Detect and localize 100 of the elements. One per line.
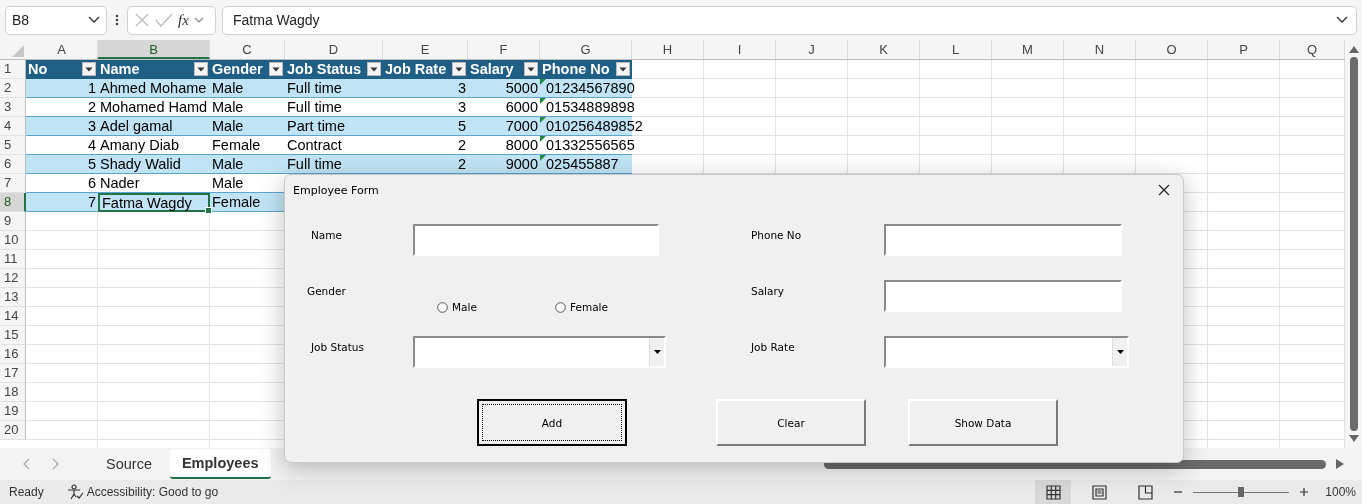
row-header[interactable]: 7 bbox=[0, 174, 26, 193]
filter-button[interactable] bbox=[616, 62, 630, 76]
column-header[interactable]: P bbox=[1208, 40, 1280, 59]
column-header[interactable]: G bbox=[540, 40, 632, 59]
dialog-button[interactable]: Add bbox=[477, 399, 627, 446]
column-header[interactable]: I bbox=[704, 40, 776, 59]
radio-option[interactable]: Male bbox=[437, 301, 555, 313]
column-title: Job Rate bbox=[384, 60, 448, 78]
filter-button[interactable] bbox=[194, 62, 208, 76]
accessibility-icon[interactable] bbox=[65, 484, 84, 500]
field-label: Gender bbox=[307, 284, 347, 297]
input-field[interactable] bbox=[884, 280, 1122, 312]
table-cell-text: 01234567890 bbox=[546, 79, 636, 97]
table-cell-text: Amany Diab bbox=[99, 136, 180, 154]
row-header[interactable]: 8 bbox=[0, 193, 26, 212]
radio-button[interactable] bbox=[437, 301, 448, 313]
dropdown-arrow-icon[interactable] bbox=[1116, 350, 1124, 354]
dialog-button[interactable]: Show Data bbox=[908, 399, 1058, 446]
sheet-tab[interactable]: Employees bbox=[169, 449, 271, 479]
filter-button[interactable] bbox=[82, 62, 96, 76]
table-cell-text: Mohamed Hamd bbox=[99, 98, 209, 116]
column-header[interactable]: D bbox=[285, 40, 383, 59]
table-cell-text: 5 bbox=[456, 117, 467, 135]
table-cell-text: Male bbox=[211, 155, 245, 173]
column-header[interactable]: M bbox=[992, 40, 1064, 59]
column-header[interactable]: H bbox=[632, 40, 704, 59]
insert-function-button[interactable]: fx bbox=[178, 11, 189, 29]
row-header[interactable]: 4 bbox=[0, 117, 26, 136]
row-header[interactable]: 15 bbox=[0, 326, 26, 345]
column-header[interactable]: F bbox=[468, 40, 540, 59]
row-header[interactable]: 11 bbox=[0, 250, 26, 269]
dialog-title: Employee Form bbox=[293, 183, 379, 197]
column-header[interactable]: C bbox=[210, 40, 285, 59]
filter-button[interactable] bbox=[269, 62, 283, 76]
name-box[interactable]: B8 bbox=[5, 5, 107, 35]
column-header[interactable]: L bbox=[920, 40, 992, 59]
row-header[interactable]: 12 bbox=[0, 269, 26, 288]
filter-button[interactable] bbox=[524, 62, 538, 76]
dialog-button[interactable]: Clear bbox=[716, 399, 866, 446]
row-header[interactable]: 16 bbox=[0, 345, 26, 364]
table-cell-text: 2 bbox=[456, 155, 467, 173]
table-cell-text: Adel gamal bbox=[99, 117, 174, 135]
field-label: Job Status bbox=[309, 340, 365, 353]
close-icon[interactable] bbox=[1158, 184, 1170, 196]
dropdown-arrow-icon[interactable] bbox=[653, 350, 661, 354]
column-header[interactable]: E bbox=[383, 40, 468, 59]
fill-handle[interactable] bbox=[205, 207, 212, 214]
row-header[interactable]: 19 bbox=[0, 402, 26, 421]
row-header[interactable]: 6 bbox=[0, 155, 26, 174]
row-header[interactable]: 5 bbox=[0, 136, 26, 155]
table-cell-text: Male bbox=[211, 174, 245, 192]
dropdown-field[interactable] bbox=[884, 336, 1129, 368]
filter-button[interactable] bbox=[452, 62, 466, 76]
dropdown-field[interactable] bbox=[413, 336, 666, 368]
input-field[interactable] bbox=[413, 224, 659, 256]
row-header[interactable]: 13 bbox=[0, 288, 26, 307]
more-options-icon[interactable] bbox=[115, 14, 119, 26]
view-button[interactable] bbox=[1035, 480, 1072, 504]
row-header[interactable]: 14 bbox=[0, 307, 26, 326]
row-header[interactable]: 18 bbox=[0, 383, 26, 402]
row-header[interactable]: 2 bbox=[0, 79, 26, 98]
table-cell-text: 01332556565 bbox=[546, 136, 636, 154]
table-cell-text: Female bbox=[211, 136, 262, 154]
input-field[interactable] bbox=[884, 224, 1122, 256]
chevron-down-icon bbox=[88, 16, 100, 24]
table-cell-text: Male bbox=[211, 79, 245, 97]
accessibility-status[interactable]: Accessibility: Good to go bbox=[86, 485, 219, 499]
radio-option[interactable]: Female bbox=[555, 301, 673, 313]
table-cell-text: 01534889898 bbox=[546, 98, 636, 116]
zoom-level[interactable]: 100% bbox=[1325, 485, 1356, 499]
zoom-in-icon[interactable] bbox=[1299, 487, 1310, 497]
table-cell-text: 9000 bbox=[504, 155, 539, 173]
filter-button[interactable] bbox=[367, 62, 381, 76]
table-cell-text: Part time bbox=[286, 117, 346, 135]
scroll-right-icon[interactable] bbox=[1336, 459, 1344, 469]
sheet-tab[interactable]: Source bbox=[94, 450, 164, 478]
column-header[interactable]: B bbox=[98, 40, 210, 59]
row-header[interactable]: 9 bbox=[0, 212, 26, 231]
radio-button[interactable] bbox=[555, 301, 566, 313]
column-title: Salary bbox=[469, 60, 515, 78]
check-icon[interactable] bbox=[155, 12, 173, 28]
formula-field[interactable]: Fatma Wagdy bbox=[222, 5, 1357, 35]
column-header[interactable]: O bbox=[1136, 40, 1208, 59]
row-header[interactable]: 17 bbox=[0, 364, 26, 383]
page-icon bbox=[1091, 484, 1107, 500]
row-header[interactable]: 10 bbox=[0, 231, 26, 250]
zoom-slider-thumb[interactable] bbox=[1238, 487, 1245, 497]
column-header[interactable]: K bbox=[848, 40, 920, 59]
table-cell-text: 010256489852 bbox=[546, 117, 644, 135]
scroll-down-icon[interactable] bbox=[1348, 435, 1359, 442]
column-header[interactable]: N bbox=[1064, 40, 1136, 59]
column-title: Gender bbox=[211, 60, 264, 78]
column-header[interactable]: J bbox=[776, 40, 848, 59]
table-cell-text: Female bbox=[211, 193, 262, 211]
row-header[interactable]: 3 bbox=[0, 98, 26, 117]
table-cell-text: Full time bbox=[286, 79, 343, 97]
row-header[interactable]: 20 bbox=[0, 421, 26, 440]
chevron-down-icon[interactable] bbox=[193, 16, 204, 24]
row-header[interactable]: 1 bbox=[0, 60, 26, 79]
scroll-up-icon[interactable] bbox=[1348, 46, 1359, 53]
